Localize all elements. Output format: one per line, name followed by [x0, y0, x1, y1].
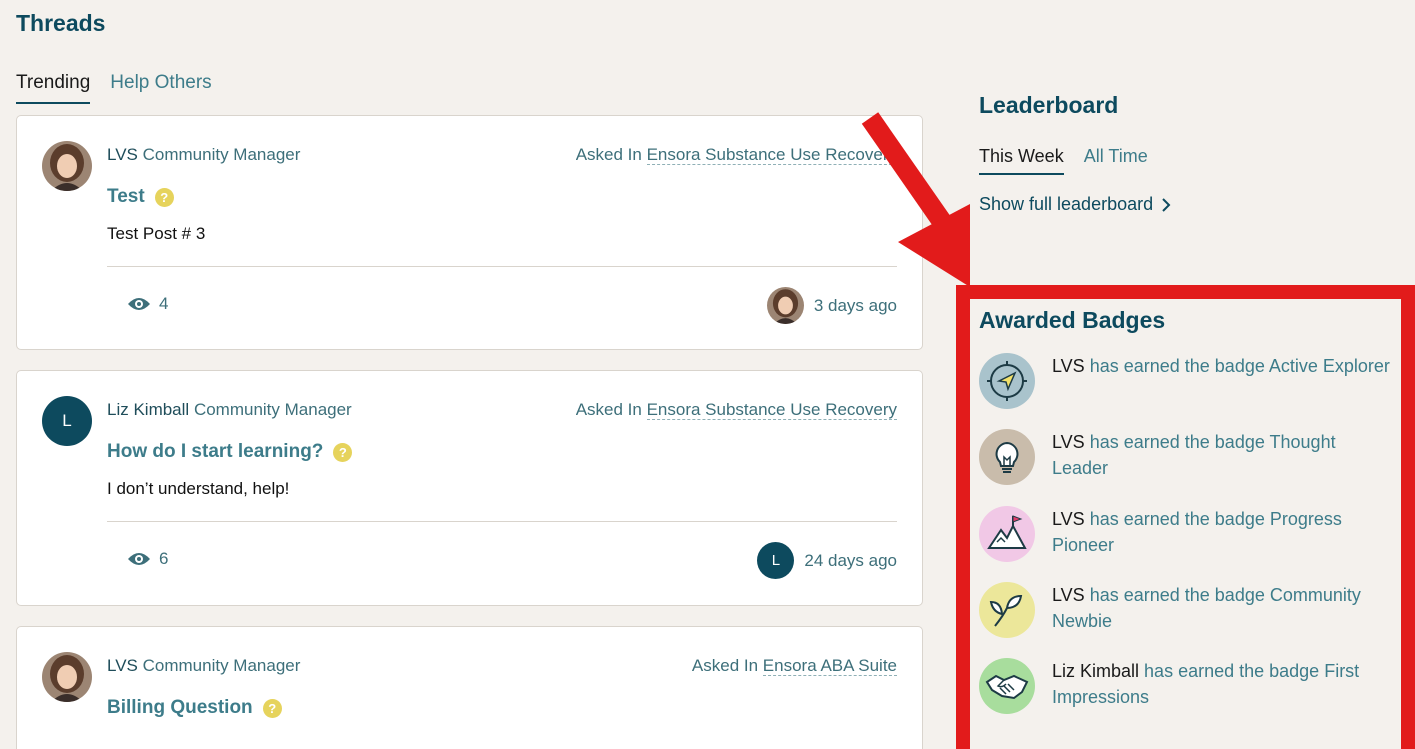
leaderboard-tabs: This Week All Time — [979, 146, 1148, 175]
compass-icon — [979, 353, 1035, 409]
avatar[interactable] — [766, 287, 804, 324]
badge-description: has earned the badge Community Newbie — [1052, 585, 1361, 631]
asked-in-label: Asked In — [575, 400, 642, 419]
thread-body: Test Post # 3 — [107, 224, 206, 243]
show-full-leaderboard-link[interactable]: Show full leaderboard — [979, 194, 1171, 215]
timestamp: 24 days ago — [804, 550, 897, 570]
group-link[interactable]: Ensora ABA Suite — [762, 656, 897, 676]
avatar[interactable] — [42, 652, 92, 702]
view-count: 4 — [159, 294, 169, 313]
author-role: Community Manager — [142, 145, 301, 164]
badge-user[interactable]: LVS — [1052, 432, 1085, 452]
author-name[interactable]: LVS — [107, 656, 138, 675]
badge-description: has earned the badge Active Explorer — [1089, 356, 1390, 376]
question-icon: ? — [333, 442, 353, 462]
badge-user[interactable]: LVS — [1052, 356, 1085, 376]
group-link[interactable]: Ensora Substance Use Recovery — [646, 400, 897, 420]
thread-title[interactable]: Billing Question — [107, 697, 253, 719]
thread-title[interactable]: Test — [107, 186, 145, 208]
tab-all-time[interactable]: All Time — [1084, 146, 1148, 175]
avatar[interactable]: L — [42, 396, 92, 446]
avatar[interactable] — [42, 141, 92, 191]
tab-help-others[interactable]: Help Others — [110, 72, 211, 104]
annotation-arrow — [861, 112, 970, 287]
awarded-badges-title: Awarded Badges — [979, 307, 1166, 333]
divider — [107, 521, 897, 522]
thread-card[interactable]: L Liz Kimball Community Manager Asked In… — [16, 370, 923, 606]
sprout-icon — [979, 582, 1035, 638]
tab-trending[interactable]: Trending — [16, 72, 91, 104]
chevron-right-icon — [1162, 197, 1171, 212]
lightbulb-icon — [979, 429, 1035, 485]
thread-card[interactable]: LVS Community Manager Asked In Ensora Su… — [16, 115, 923, 350]
leaderboard-title: Leaderboard — [979, 92, 1119, 118]
author-name[interactable]: LVS — [107, 145, 138, 164]
badge-user[interactable]: Liz Kimball — [1052, 661, 1139, 681]
badge-user[interactable]: LVS — [1052, 509, 1085, 529]
thread-title[interactable]: How do I start learning? — [107, 441, 323, 463]
mountain-flag-icon — [979, 506, 1035, 562]
eye-icon — [128, 553, 150, 565]
badge-item[interactable]: LVS has earned the badge Thought Leader — [979, 429, 1389, 485]
question-icon: ? — [154, 187, 174, 207]
badge-item[interactable]: LVS has earned the badge Progress Pionee… — [979, 506, 1389, 562]
avatar[interactable]: L — [757, 542, 795, 579]
tab-this-week[interactable]: This Week — [979, 146, 1064, 175]
divider — [107, 266, 897, 267]
thread-card[interactable]: LVS Community Manager Asked In Ensora AB… — [16, 626, 923, 749]
thread-body: I don’t understand, help! — [107, 479, 290, 498]
badge-description: has earned the badge Progress Pioneer — [1052, 509, 1342, 555]
author-name[interactable]: Liz Kimball — [107, 400, 189, 419]
page-title: Threads — [16, 10, 106, 36]
question-icon: ? — [262, 698, 282, 718]
badge-item[interactable]: LVS has earned the badge Active Explorer — [979, 353, 1390, 409]
timestamp: 3 days ago — [813, 295, 897, 315]
badge-description: has earned the badge Thought Leader — [1052, 432, 1336, 478]
badge-item[interactable]: LVS has earned the badge Community Newbi… — [979, 582, 1389, 638]
asked-in-label: Asked In — [691, 656, 759, 675]
author-role: Community Manager — [193, 400, 352, 419]
leaderboard-link-label: Show full leaderboard — [979, 194, 1154, 214]
eye-icon — [128, 298, 150, 310]
author-role: Community Manager — [142, 656, 301, 675]
badge-item[interactable]: Liz Kimball has earned the badge First I… — [979, 658, 1389, 714]
view-count: 6 — [159, 549, 169, 568]
badge-user[interactable]: LVS — [1052, 585, 1085, 605]
handshake-icon — [979, 658, 1035, 714]
thread-tabs: Trending Help Others — [16, 72, 212, 104]
asked-in-label: Asked In — [575, 145, 642, 164]
